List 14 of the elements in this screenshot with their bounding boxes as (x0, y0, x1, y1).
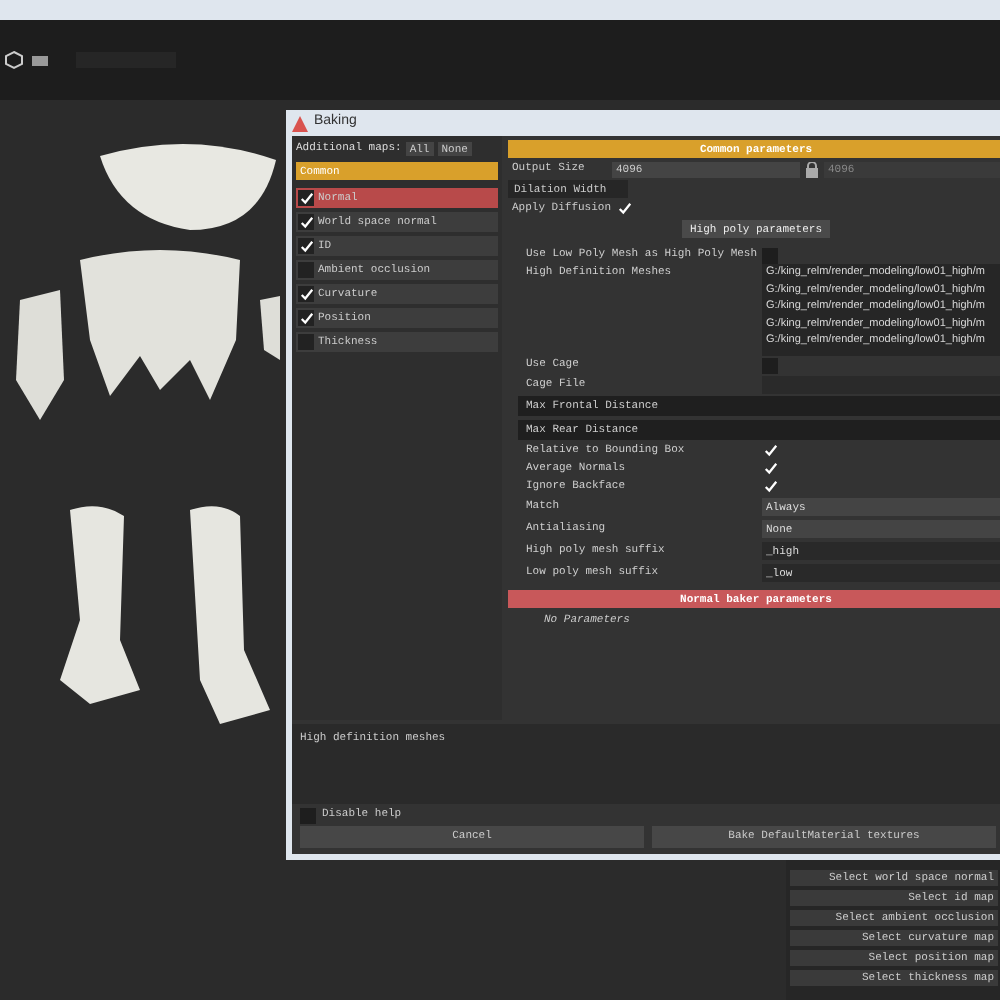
checkbox[interactable] (762, 443, 778, 459)
checkbox[interactable] (298, 190, 314, 206)
checkbox[interactable] (298, 262, 314, 278)
lock-icon[interactable] (804, 161, 820, 177)
checkbox[interactable] (617, 200, 634, 216)
app-logo-icon (292, 115, 308, 131)
checkbox[interactable] (298, 334, 314, 350)
checkbox[interactable] (762, 461, 778, 477)
checkbox[interactable] (300, 807, 316, 824)
checkbox[interactable] (298, 214, 314, 230)
checkbox[interactable] (298, 310, 314, 326)
checkbox[interactable] (762, 479, 778, 495)
checkbox[interactable] (298, 238, 314, 254)
checkbox[interactable] (298, 286, 314, 302)
